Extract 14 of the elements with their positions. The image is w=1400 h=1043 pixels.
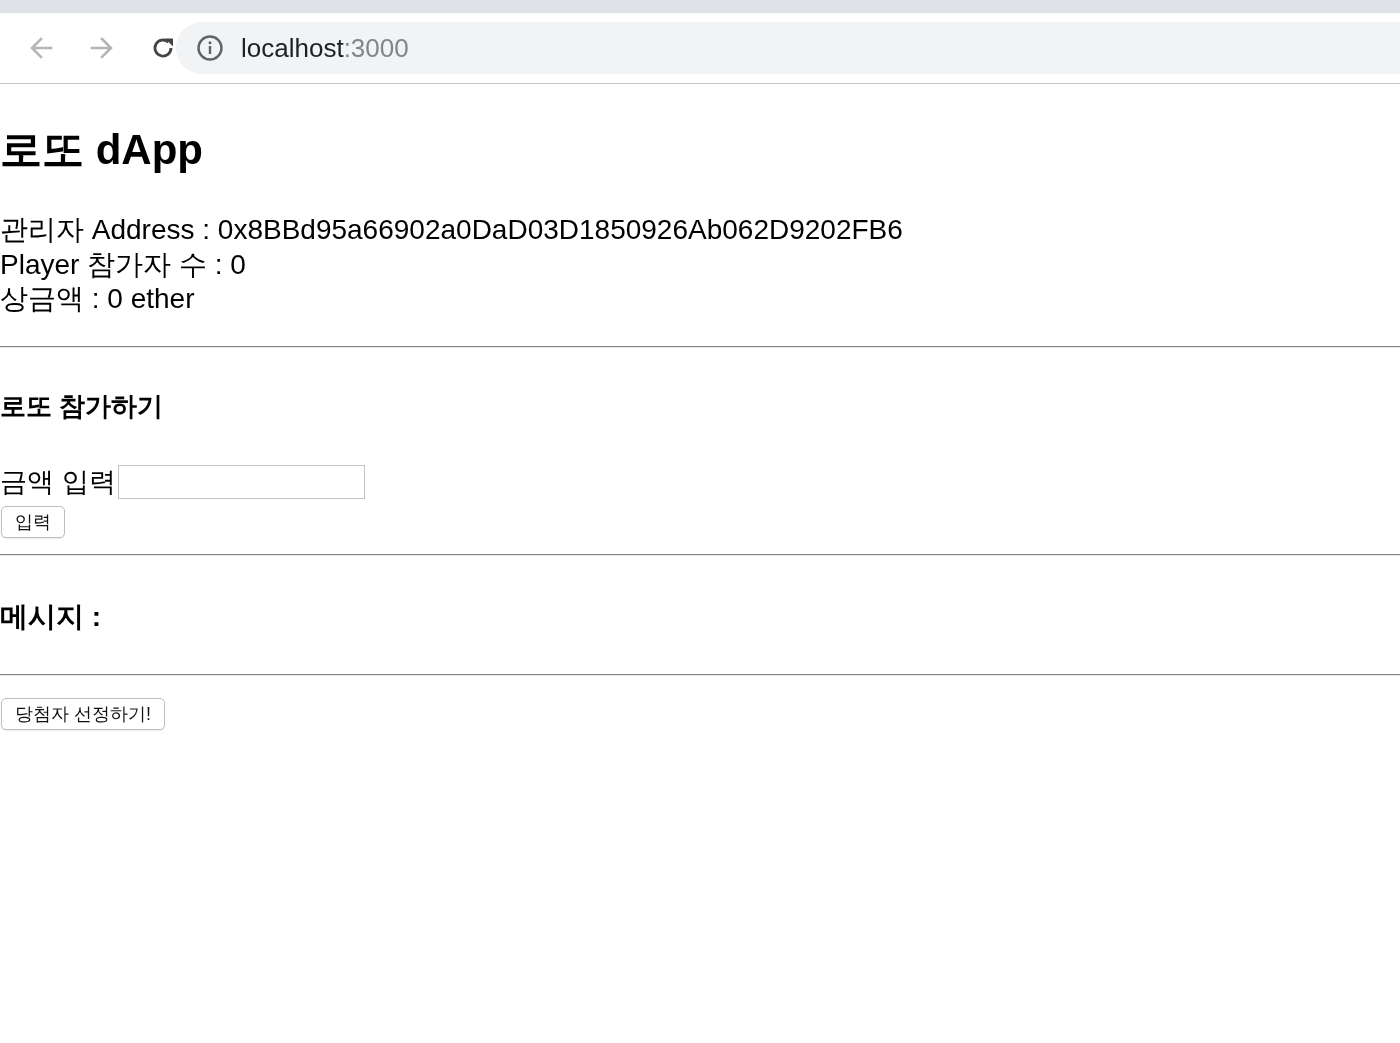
page-title: 로또 dApp xyxy=(0,125,203,175)
submit-button[interactable]: 입력 xyxy=(1,505,65,538)
reload-icon[interactable] xyxy=(151,36,175,60)
field-label: 금액 입력 xyxy=(0,465,116,499)
url-text: localhost:3000 xyxy=(241,32,409,64)
amount-input[interactable] xyxy=(117,464,365,499)
info-text: Player 참가자 수 : 0 xyxy=(0,247,246,282)
message-heading: 메시지 : xyxy=(0,599,102,634)
pick-winner-button[interactable]: 당첨자 선정하기! xyxy=(1,697,165,730)
info-text: 상금액 : 0 ether xyxy=(0,282,195,316)
section-heading: 로또 참가하기 xyxy=(0,389,164,422)
info-text: 관리자 Address : 0x8BBd95a66902a0DaD03D1850926Ab062D9202FB6 xyxy=(0,213,903,247)
address-bar[interactable]: localhost:3000 xyxy=(176,22,1400,74)
info-icon[interactable] xyxy=(197,35,223,61)
